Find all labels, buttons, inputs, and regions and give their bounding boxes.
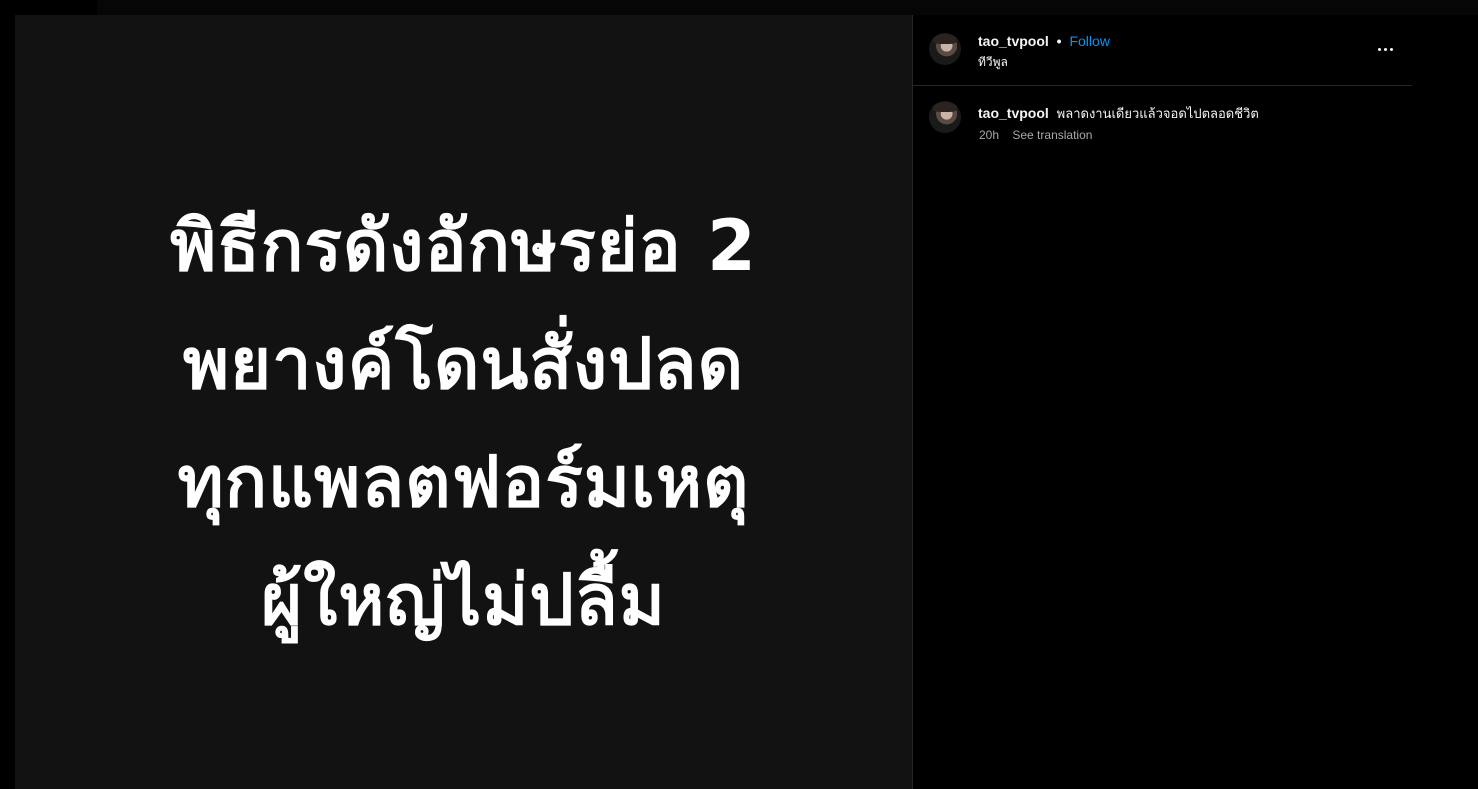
header-user-line: tao_tvpool • Follow	[978, 33, 1110, 49]
media-headline: พิธีกรดังอักษรย่อ 2 พยางค์โดนสั่งปลด ทุก…	[170, 187, 757, 659]
avatar-hair	[933, 34, 957, 44]
more-options-icon[interactable]	[1373, 39, 1397, 59]
caption-avatar[interactable]	[929, 101, 961, 133]
more-dot-2	[1383, 47, 1387, 51]
post-side-panel: tao_tvpool • Follow ทีวีพูล tao_tvpool พ…	[912, 15, 1412, 789]
timestamp[interactable]: 20h	[979, 128, 999, 142]
media-line-2: พยางค์โดนสั่งปลด	[182, 323, 745, 405]
see-translation-button[interactable]: See translation	[1012, 128, 1092, 142]
more-dot-1	[1377, 47, 1381, 51]
avatar[interactable]	[929, 33, 961, 65]
post-media-image[interactable]: พิธีกรดังอักษรย่อ 2 พยางค์โดนสั่งปลด ทุก…	[15, 15, 912, 789]
username-link[interactable]: tao_tvpool	[978, 33, 1049, 49]
separator-dot: •	[1056, 33, 1062, 49]
caption: tao_tvpool พลาดงานเดียวแล้วจอดไปตลอดชีวิ…	[978, 103, 1398, 124]
caption-text: พลาดงานเดียวแล้วจอดไปตลอดชีวิต	[1056, 106, 1259, 121]
follow-button[interactable]: Follow	[1069, 33, 1109, 49]
media-line-3: ทุกแพลตฟอร์มเหตุ	[177, 441, 750, 523]
media-line-4: ผู้ใหญ่ไม่ปลื้ม	[261, 559, 666, 641]
avatar-hair	[933, 102, 957, 112]
media-line-1: พิธีกรดังอักษรย่อ 2	[170, 205, 757, 287]
caption-meta: 20h See translation	[979, 128, 1092, 142]
top-strip	[97, 0, 1478, 15]
post-header: tao_tvpool • Follow ทีวีพูล	[913, 15, 1412, 86]
more-dot-3	[1389, 47, 1393, 51]
caption-username-link[interactable]: tao_tvpool	[978, 105, 1049, 121]
post-viewer: พิธีกรดังอักษรย่อ 2 พยางค์โดนสั่งปลด ทุก…	[0, 0, 1478, 789]
location-subtitle[interactable]: ทีวีพูล	[978, 53, 1008, 72]
